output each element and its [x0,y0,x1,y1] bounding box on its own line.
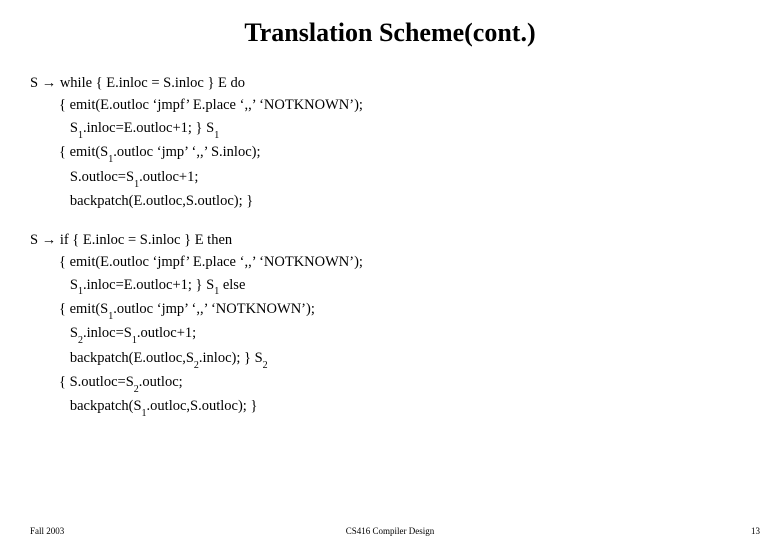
subscript: 1 [214,130,219,141]
text: S [30,277,78,293]
text: backpatch(E.outloc,S [30,350,194,366]
rule-line: { emit(E.outloc ‘jmpf’ E.place ‘,,’ ‘NOT… [30,94,750,116]
subscript: 1 [78,130,83,141]
text: .outloc,S.outloc); } [147,398,258,414]
text: .outloc ‘jmp’ ‘,,’ S.inloc); [113,144,260,160]
text: { emit(S [30,301,108,317]
text: .inloc); } S [199,350,263,366]
subscript: 1 [134,179,139,190]
subscript: 1 [132,335,137,346]
text: S [30,232,42,248]
text: { emit(S [30,144,108,160]
rule-if: S → if { E.inloc = S.inloc } E then { em… [30,229,750,420]
subscript: 1 [108,154,113,165]
arrow-icon: → [42,232,57,248]
text: S [30,325,78,341]
text: while { E.inloc = S.inloc } E do [56,75,245,91]
rule-line: S2.inloc=S1.outloc+1; [30,322,750,346]
slide: Translation Scheme(cont.) S → while { E.… [0,0,780,540]
subscript: 1 [78,286,83,297]
rule-line: S → while { E.inloc = S.inloc } E do [30,72,750,94]
text: .outloc+1; [137,325,196,341]
rule-line: backpatch(S1.outloc,S.outloc); } [30,395,750,419]
subscript: 1 [142,408,147,419]
subscript: 2 [134,384,139,395]
text: .inloc=E.outloc+1; } S [83,120,214,136]
rule-line: { emit(E.outloc ‘jmpf’ E.place ‘,,’ ‘NOT… [30,251,750,273]
text: { S.outloc=S [30,374,134,390]
text: S [30,75,42,91]
text: .inloc=S [83,325,132,341]
text: .outloc; [139,374,183,390]
text: else [219,277,245,293]
text: S [30,120,78,136]
text: .outloc ‘jmp’ ‘,,’ ‘NOTKNOWN’); [113,301,315,317]
rule-line: S.outloc=S1.outloc+1; [30,166,750,190]
rule-line: { emit(S1.outloc ‘jmp’ ‘,,’ ‘NOTKNOWN’); [30,298,750,322]
rule-line: S → if { E.inloc = S.inloc } E then [30,229,750,251]
rule-line: backpatch(E.outloc,S2.inloc); } S2 [30,347,750,371]
subscript: 2 [78,335,83,346]
rule-line: { S.outloc=S2.outloc; [30,371,750,395]
text: .inloc=E.outloc+1; } S [83,277,214,293]
slide-title: Translation Scheme(cont.) [30,18,750,48]
footer-center: CS416 Compiler Design [0,526,780,536]
subscript: 2 [194,360,199,371]
footer-page-number: 13 [751,526,760,536]
rule-line: { emit(S1.outloc ‘jmp’ ‘,,’ S.inloc); [30,141,750,165]
rule-line: backpatch(E.outloc,S.outloc); } [30,190,750,212]
rule-line: S1.inloc=E.outloc+1; } S1 else [30,274,750,298]
subscript: 1 [108,311,113,322]
text: .outloc+1; [139,169,198,185]
subscript: 1 [214,286,219,297]
text: backpatch(S [30,398,142,414]
rule-while: S → while { E.inloc = S.inloc } E do { e… [30,72,750,213]
text: S.outloc=S [30,169,134,185]
text: if { E.inloc = S.inloc } E then [56,232,232,248]
arrow-icon: → [42,75,57,91]
subscript: 2 [263,360,268,371]
rule-line: S1.inloc=E.outloc+1; } S1 [30,117,750,141]
